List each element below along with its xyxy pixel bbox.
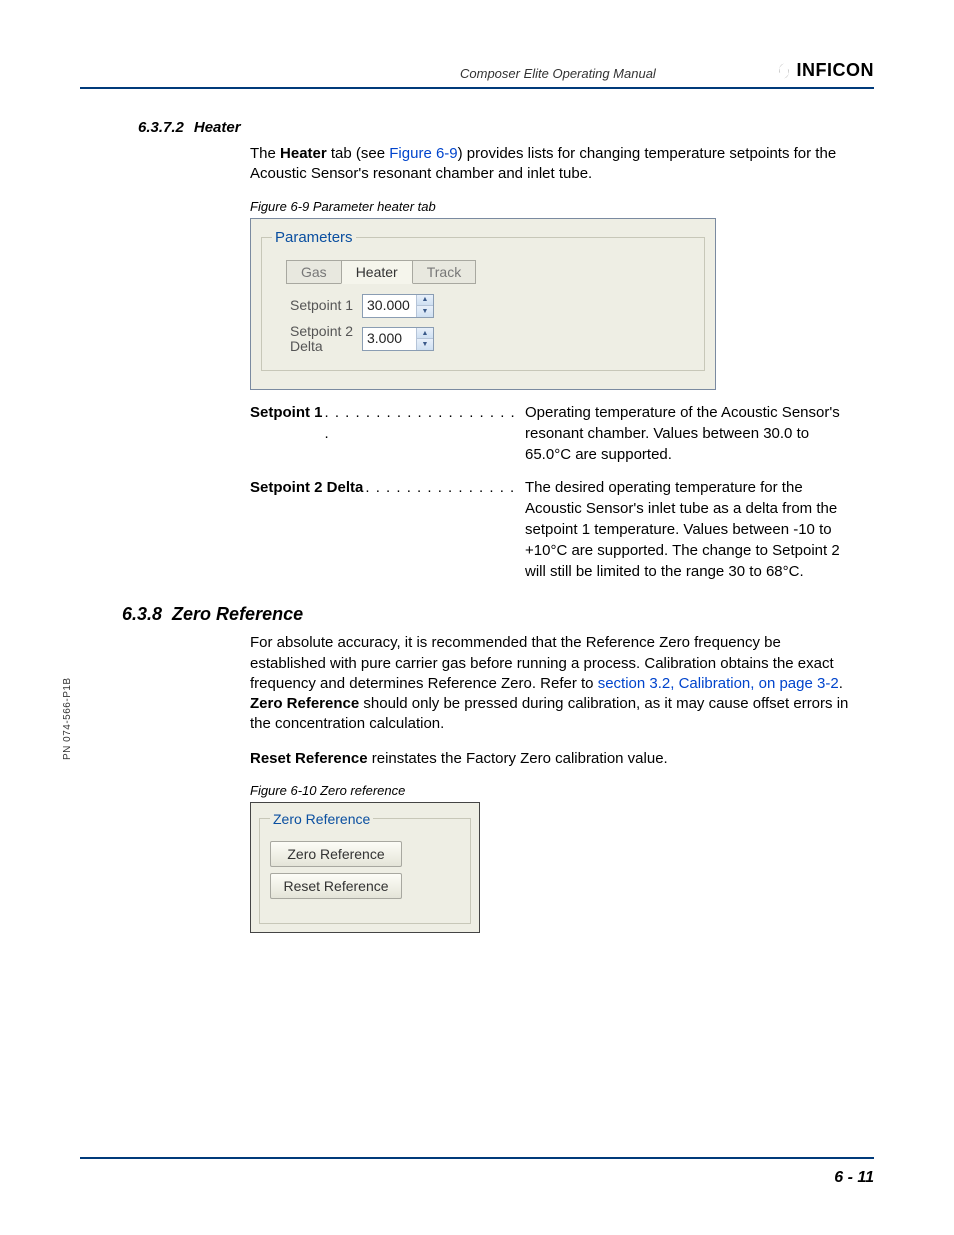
setpoint2-up-icon[interactable]: ▲	[417, 328, 433, 339]
section-title: Heater	[194, 119, 241, 136]
page-header: Composer Elite Operating Manual INFICON	[80, 60, 874, 89]
tab-heater[interactable]: Heater	[341, 260, 413, 284]
setpoint1-label: Setpoint 1	[290, 298, 362, 313]
setpoint1-value[interactable]: 30.000	[363, 295, 416, 317]
section-3-2-link[interactable]: section 3.2, Calibration, on page 3-2	[598, 675, 839, 692]
zero-reference-panel-title: Zero Reference	[270, 811, 373, 827]
figure-6-9-caption: Figure 6-9 Parameter heater tab	[250, 199, 854, 214]
zero-reference-screenshot: Zero Reference Zero Reference Reset Refe…	[250, 802, 480, 933]
figure-6-10-caption: Figure 6-10 Zero reference	[250, 783, 854, 798]
zero-reference-button[interactable]: Zero Reference	[270, 841, 402, 867]
page-number: 6 - 11	[834, 1169, 874, 1186]
setpoint1-up-icon[interactable]: ▲	[417, 295, 433, 306]
leader-dots: . . . . . . . . . . . . . . . . . . . .	[323, 402, 525, 465]
def-term: Setpoint 2 Delta	[250, 477, 363, 582]
section-number: 6.3.7.2	[138, 119, 184, 136]
parameters-screenshot: Parameters Gas Heater Track Setpoint 1 3…	[250, 218, 716, 391]
logo-text: INFICON	[797, 60, 875, 81]
inficon-swirl-icon	[775, 62, 793, 80]
def-term: Setpoint 1	[250, 402, 323, 465]
heading-6-3-8: 6.3.8 Zero Reference	[122, 604, 874, 625]
manual-title: Composer Elite Operating Manual	[80, 66, 656, 81]
brand-logo: INFICON	[775, 60, 875, 81]
page-footer: 6 - 11	[80, 1157, 874, 1187]
section-title: Zero Reference	[172, 604, 303, 625]
setpoint2-value[interactable]: 3.000	[363, 328, 416, 350]
section-number: 6.3.8	[122, 604, 162, 625]
zero-reference-paragraph-2: Reset Reference reinstates the Factory Z…	[250, 749, 854, 769]
definition-setpoint1: Setpoint 1 . . . . . . . . . . . . . . .…	[250, 402, 854, 465]
heading-6-3-7-2: 6.3.7.2 Heater	[138, 119, 874, 136]
parameters-tabs: Gas Heater Track	[286, 260, 694, 284]
def-description: Operating temperature of the Acoustic Se…	[525, 402, 854, 465]
tab-track[interactable]: Track	[412, 260, 476, 284]
zero-reference-paragraph-1: For absolute accuracy, it is recommended…	[250, 633, 854, 734]
figure-6-9-link[interactable]: Figure 6-9	[389, 145, 457, 162]
def-description: The desired operating temperature for th…	[525, 477, 854, 582]
reset-reference-button[interactable]: Reset Reference	[270, 873, 402, 899]
parameters-panel-title: Parameters	[272, 229, 356, 246]
setpoint2-down-icon[interactable]: ▼	[417, 338, 433, 350]
setpoint2-label: Setpoint 2 Delta	[290, 324, 362, 355]
part-number-side: PN 074-566-P1B	[62, 677, 73, 760]
heater-intro-paragraph: The Heater tab (see Figure 6-9) provides…	[250, 144, 854, 185]
setpoint1-spinner[interactable]: 30.000 ▲ ▼	[362, 294, 434, 318]
definition-setpoint2-delta: Setpoint 2 Delta . . . . . . . . . . . .…	[250, 477, 854, 582]
setpoint2-spinner[interactable]: 3.000 ▲ ▼	[362, 327, 434, 351]
tab-gas[interactable]: Gas	[286, 260, 342, 284]
leader-dots: . . . . . . . . . . . . . . .	[363, 477, 525, 582]
setpoint1-down-icon[interactable]: ▼	[417, 305, 433, 317]
